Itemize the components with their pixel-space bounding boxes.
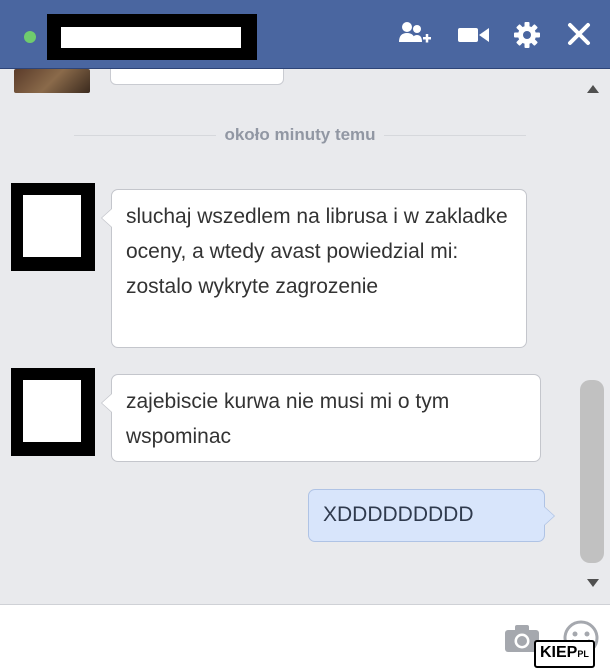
message-composer [0, 604, 610, 672]
message-bubble: sluchaj wszedlem na librusa i w zakladke… [101, 189, 527, 348]
video-call-icon[interactable] [457, 20, 491, 50]
previous-message-bubble [110, 69, 284, 85]
online-status-icon [24, 31, 36, 43]
time-divider: około minuty temu [74, 125, 526, 145]
site-watermark-logo: KIEPPL [534, 640, 595, 668]
gear-icon[interactable] [512, 20, 546, 50]
scrollbar[interactable] [576, 69, 610, 604]
chat-header [0, 0, 610, 69]
message-text: XDDDDDDDDD [323, 503, 474, 526]
scrollbar-thumb[interactable] [580, 380, 604, 563]
add-friend-icon[interactable] [398, 20, 432, 50]
message-text: sluchaj wszedlem na librusa i w zakladke… [126, 205, 508, 298]
previous-message-avatar [14, 69, 90, 93]
message-text: zajebiscie kurwa nie musi mi o tym wspom… [126, 390, 450, 448]
sender-avatar[interactable] [11, 368, 95, 456]
scroll-up-arrow-icon[interactable] [587, 85, 599, 93]
close-icon[interactable] [565, 20, 599, 50]
contact-name-redacted[interactable] [47, 14, 257, 60]
time-divider-label: około minuty temu [216, 125, 384, 144]
own-message-bubble: XDDDDDDDDD [308, 489, 555, 542]
watermark-text: KIEP [540, 644, 578, 661]
watermark-suffix: PL [577, 649, 589, 659]
message-input[interactable] [10, 613, 494, 665]
sender-avatar[interactable] [11, 183, 95, 271]
conversation-area[interactable]: około minuty temu sluchaj wszedlem na li… [0, 69, 610, 604]
message-bubble: zajebiscie kurwa nie musi mi o tym wspom… [101, 374, 541, 462]
scroll-down-arrow-icon[interactable] [587, 579, 599, 587]
